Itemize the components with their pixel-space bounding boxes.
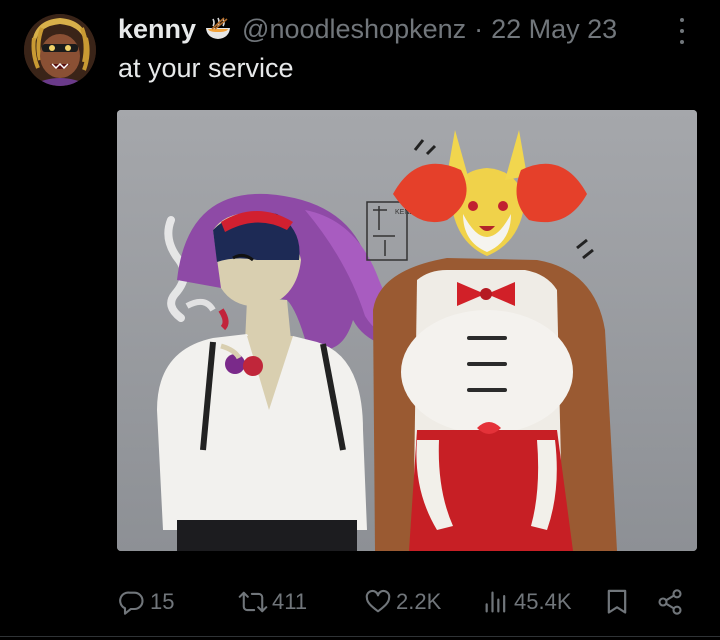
divider: [0, 636, 720, 637]
tweet-actions: 15 411 2.2K 45.4K: [0, 585, 720, 619]
reply-count: 15: [150, 589, 175, 614]
repost-button[interactable]: 411: [238, 585, 307, 619]
tweet-header: kenny @noodleshopkenz · 22 May 23: [118, 12, 617, 46]
views-button[interactable]: 45.4K: [482, 585, 572, 619]
ramen-bowl-icon: [204, 17, 232, 41]
avatar-image: [24, 14, 96, 86]
reply-icon: [119, 591, 144, 615]
like-count: 2.2K: [396, 589, 442, 614]
views-icon: [485, 591, 506, 613]
heart-icon: [365, 589, 391, 613]
repost-count: 411: [272, 589, 308, 614]
tweet-card[interactable]: kenny @noodleshopkenz · 22 May 23 at you…: [0, 0, 720, 640]
author-handle[interactable]: @noodleshopkenz: [242, 12, 466, 46]
header-separator: ·: [474, 14, 484, 44]
more-options-icon[interactable]: [672, 18, 692, 44]
bookmark-button[interactable]: [604, 585, 630, 619]
tweet-image[interactable]: KENZ: [117, 110, 697, 551]
tweet-date[interactable]: 22 May 23: [491, 12, 617, 46]
repost-icon: [238, 591, 268, 613]
view-count: 45.4K: [514, 589, 572, 614]
artwork-illustration: KENZ: [117, 110, 697, 551]
share-icon: [658, 589, 682, 615]
share-button[interactable]: [656, 585, 684, 619]
like-button[interactable]: 2.2K: [364, 585, 441, 619]
bookmark-icon: [607, 589, 627, 614]
avatar[interactable]: [24, 14, 96, 86]
author-display-name[interactable]: kenny: [118, 12, 196, 46]
reply-button[interactable]: 15: [118, 585, 174, 619]
tweet-text: at your service: [118, 53, 294, 83]
